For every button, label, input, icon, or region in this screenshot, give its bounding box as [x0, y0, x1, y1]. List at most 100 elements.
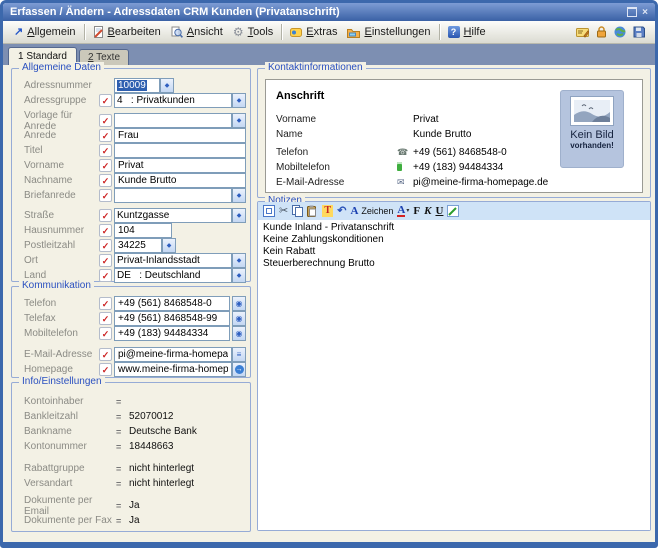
ort-select[interactable]: Privat-Inlandsstadt	[114, 253, 232, 268]
note-line: Kunde Inland - Privatanschrift	[263, 222, 645, 234]
expand-icon	[266, 208, 272, 214]
briefanrede-select[interactable]	[114, 188, 232, 203]
check-icon[interactable]: ✓	[99, 174, 112, 187]
close-button[interactable]: ×	[642, 7, 648, 18]
hausnummer-input[interactable]	[114, 223, 172, 238]
homepage-input[interactable]	[114, 362, 232, 377]
menu-extras[interactable]: Extras	[285, 24, 342, 40]
magnifier-icon	[171, 26, 183, 38]
mail-icon: ✉	[397, 177, 413, 188]
equals-icon: =	[116, 464, 129, 474]
menu-einstellungen[interactable]: Einstellungen	[342, 24, 435, 40]
check-icon[interactable]: ✓	[99, 114, 112, 127]
check-icon[interactable]: ✓	[99, 312, 112, 325]
italic-button[interactable]: K	[424, 206, 431, 217]
paste-button[interactable]	[307, 205, 318, 217]
check-icon[interactable]: ✓	[99, 254, 112, 267]
check-icon[interactable]: ✓	[99, 297, 112, 310]
row-email: E-Mail-Adresse ✓ ≡	[12, 347, 250, 362]
address-card-icon[interactable]	[576, 27, 589, 38]
check-icon[interactable]: ✓	[99, 348, 112, 361]
adressgruppe-dropdown-button[interactable]: ◆	[232, 93, 246, 108]
open-homepage-button[interactable]: →	[232, 362, 246, 377]
menu-tools[interactable]: ⚙ Tools	[228, 24, 278, 40]
strasse-select[interactable]: Kuntzgasse	[114, 208, 232, 223]
email-input[interactable]	[114, 347, 232, 362]
kontakt-row-email: E-Mail-Adresse ✉ pi@meine-firma-homepage…	[276, 176, 548, 189]
dial-mobil-button[interactable]: ◉	[232, 326, 246, 341]
vorlage-anrede-dropdown-button[interactable]: ◆	[232, 113, 246, 128]
info-row-dokumente-email: Dokumente per Email = Ja	[12, 498, 250, 513]
compose-email-button[interactable]: ≡	[232, 347, 246, 362]
underline-button[interactable]: U	[435, 206, 443, 217]
anrede-input[interactable]	[114, 128, 246, 143]
nachname-input[interactable]	[114, 173, 246, 188]
group-info-einstellungen: Info/Einstellungen Kontoinhaber = Bankle…	[11, 382, 251, 532]
save-icon[interactable]	[633, 26, 645, 38]
land-select[interactable]: DE : Deutschland	[114, 268, 232, 283]
adressnummer-spinner[interactable]: ◆	[160, 78, 174, 93]
vorname-input[interactable]	[114, 158, 246, 173]
dial-telefax-button[interactable]: ◉	[232, 311, 246, 326]
undo-button[interactable]: ↶	[337, 206, 346, 217]
strasse-dropdown-button[interactable]: ◆	[232, 208, 246, 223]
briefanrede-dropdown-button[interactable]: ◆	[232, 188, 246, 203]
postleitzahl-input[interactable]	[114, 238, 162, 253]
land-dropdown-button[interactable]: ◆	[232, 268, 246, 283]
bold-button[interactable]: F	[413, 206, 420, 217]
check-icon[interactable]: ✓	[99, 363, 112, 376]
no-image-placeholder: Kein Bild vorhanden!	[560, 90, 624, 168]
check-icon[interactable]: ✓	[99, 144, 112, 157]
check-icon[interactable]: ✓	[99, 327, 112, 340]
check-icon[interactable]: ✓	[99, 159, 112, 172]
adressgruppe-select[interactable]: 4 : Privatkunden	[114, 93, 232, 108]
mobiltelefon-input[interactable]	[114, 326, 230, 341]
text-highlight-button[interactable]: T	[322, 205, 333, 217]
zeichen-label: Zeichen	[361, 206, 393, 216]
character-button[interactable]: A	[350, 206, 358, 217]
check-icon[interactable]: ✓	[99, 209, 112, 222]
telefon-input[interactable]	[114, 296, 230, 311]
expand-editor-button[interactable]	[263, 205, 275, 217]
group-allgemeine-daten: Allgemeine Daten Adressnummer 10009 ◆ Ad…	[11, 68, 251, 282]
font-color-button[interactable]: A▾	[397, 205, 409, 217]
menu-hilfe[interactable]: ? Hilfe	[443, 24, 491, 40]
dial-icon: ◉	[236, 299, 243, 308]
postleitzahl-spinner[interactable]: ◆	[162, 238, 176, 253]
note-line: Keine Zahlungskonditionen	[263, 234, 645, 246]
adressnummer-input[interactable]: 10009	[114, 78, 160, 93]
menu-allgemein[interactable]: ↗ Allgemein	[9, 24, 81, 40]
check-icon[interactable]: ✓	[99, 129, 112, 142]
restore-button[interactable]	[627, 7, 637, 17]
window-title: Erfassen / Ändern - Adressdaten CRM Kund…	[10, 6, 340, 18]
equals-icon: =	[116, 479, 129, 489]
no-image-text: Kein Bild	[561, 129, 623, 141]
dial-icon: ◉	[236, 329, 243, 338]
check-icon[interactable]: ✓	[99, 269, 112, 282]
gear-icon: ⚙	[233, 26, 244, 38]
row-homepage: Homepage ✓ →	[12, 362, 250, 377]
menu-bearbeiten[interactable]: Bearbeiten	[88, 24, 166, 40]
lock-icon[interactable]	[596, 26, 607, 38]
ort-dropdown-button[interactable]: ◆	[232, 253, 246, 268]
dial-telefon-button[interactable]: ◉	[232, 296, 246, 311]
check-icon[interactable]: ✓	[99, 189, 112, 202]
titel-input[interactable]	[114, 143, 246, 158]
titlebar[interactable]: Erfassen / Ändern - Adressdaten CRM Kund…	[3, 3, 655, 21]
menu-ansicht[interactable]: Ansicht	[166, 24, 228, 40]
kontakt-row-name: Name Kunde Brutto	[276, 128, 471, 141]
edit-note-button[interactable]	[447, 205, 459, 217]
equals-icon: =	[116, 412, 129, 422]
check-icon[interactable]: ✓	[99, 239, 112, 252]
check-icon[interactable]: ✓	[99, 94, 112, 107]
edit-page-icon	[93, 26, 104, 38]
telefax-input[interactable]	[114, 311, 230, 326]
vorlage-anrede-select[interactable]	[114, 113, 232, 128]
copy-button[interactable]	[292, 205, 303, 217]
content-area: Allgemeine Daten Adressnummer 10009 ◆ Ad…	[3, 65, 655, 543]
arrow-up-right-icon: ↗	[14, 27, 23, 38]
check-icon[interactable]: ✓	[99, 224, 112, 237]
globe-icon[interactable]	[614, 26, 626, 38]
notes-textarea[interactable]: Kunde Inland - Privatanschrift Keine Zah…	[258, 220, 650, 530]
cut-button[interactable]: ✂	[279, 206, 288, 217]
